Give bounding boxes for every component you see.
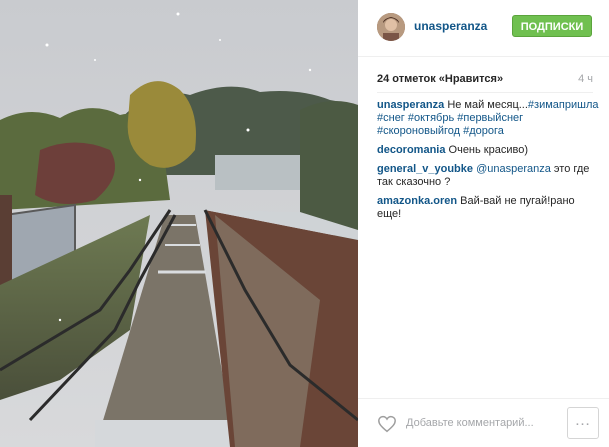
comment-text: Очень красиво) <box>448 144 528 156</box>
post-footer: Добавьте комментарий... … <box>358 398 609 447</box>
post-time[interactable]: 4 ч <box>578 73 593 85</box>
comment-mention[interactable]: @unasperanza <box>476 163 551 175</box>
more-options-icon[interactable]: … <box>567 407 599 439</box>
instagram-post: unasperanza ПОДПИСКИ 24 отметок «Нравитс… <box>0 0 609 447</box>
comment-author[interactable]: decoromania <box>377 144 445 156</box>
comment-item: general_v_youbke @unasperanza это где та… <box>377 163 599 189</box>
caption-tags[interactable]: #скороновыйгод #дорога <box>377 125 504 137</box>
avatar[interactable] <box>377 13 405 41</box>
comment-list: unasperanza Не май месяц...#зимапришла #… <box>377 99 599 227</box>
heart-icon[interactable] <box>377 415 397 433</box>
divider <box>377 92 593 93</box>
comment-input[interactable]: Добавьте комментарий... <box>406 417 534 429</box>
comment-author[interactable]: general_v_youbke <box>377 163 473 175</box>
post-sidebar: unasperanza ПОДПИСКИ 24 отметок «Нравитс… <box>358 0 609 447</box>
likes-count[interactable]: 24 отметок «Нравится» <box>377 73 593 85</box>
username-link[interactable]: unasperanza <box>414 19 487 33</box>
caption-text: Не май месяц... <box>447 99 528 111</box>
post-header: unasperanza ПОДПИСКИ <box>358 0 609 57</box>
post-photo[interactable] <box>0 0 358 447</box>
comment-item: decoromania Очень красиво) <box>377 144 599 157</box>
snowy-stairs-photo <box>0 0 358 447</box>
follow-button[interactable]: ПОДПИСКИ <box>512 15 592 37</box>
comment-item: amazonka.oren Вай-вай не пугай!рано еще! <box>377 195 599 221</box>
caption-author[interactable]: unasperanza <box>377 99 444 111</box>
caption-tags[interactable]: #снег #октябрь #первыйснег <box>377 112 523 124</box>
caption-tag[interactable]: #зимапришла <box>528 99 599 111</box>
comment-author[interactable]: amazonka.oren <box>377 195 457 207</box>
caption: unasperanza Не май месяц...#зимапришла #… <box>377 99 599 138</box>
